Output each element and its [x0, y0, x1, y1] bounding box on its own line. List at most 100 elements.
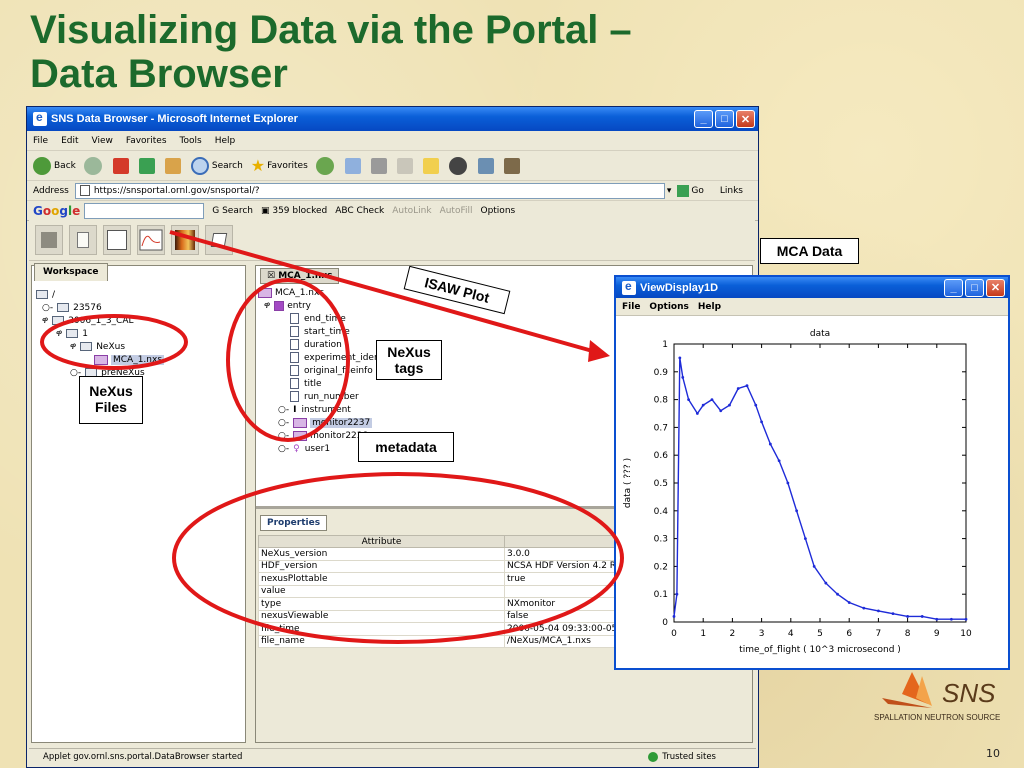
x-tick-label: 8 [905, 629, 911, 639]
research-button[interactable] [477, 157, 496, 174]
print-icon [370, 157, 387, 174]
menu-help[interactable]: Help [698, 302, 721, 312]
google-search-input[interactable] [84, 202, 205, 219]
tab-properties[interactable]: Properties [260, 515, 328, 531]
data-point [935, 617, 939, 621]
popup-blocker-button[interactable]: ▣ 359 blocked [261, 206, 327, 216]
links-button[interactable]: Links [720, 186, 743, 196]
menu-favorites[interactable]: Favorites [126, 136, 167, 146]
applet-toolbar [29, 219, 755, 261]
forward-button[interactable] [83, 156, 105, 175]
messenger-button[interactable] [448, 156, 470, 175]
tree-item-23576[interactable]: ○- 23576 [36, 301, 164, 314]
menu-help[interactable]: Help [215, 136, 236, 146]
maximize-button[interactable]: □ [715, 110, 734, 128]
image-view-button[interactable] [171, 224, 199, 255]
data-point [812, 565, 816, 568]
address-dropdown-icon[interactable]: ▾ [667, 186, 672, 196]
refresh-button[interactable] [138, 157, 157, 174]
address-label: Address [33, 185, 69, 196]
close-button[interactable]: ✕ [986, 278, 1005, 297]
google-search-button[interactable]: G Search [212, 206, 253, 216]
home-button[interactable] [164, 157, 183, 174]
nexus-item-instrument[interactable]: ○- Iinstrument [258, 403, 401, 416]
search-button[interactable]: Search [190, 156, 243, 175]
y-tick-label: 0.9 [654, 368, 669, 378]
nexus-item-monitor-1[interactable]: ○- monitor2237 [258, 416, 401, 429]
folder-icon [80, 342, 93, 351]
print-button[interactable] [370, 157, 389, 174]
nexus-item-entry[interactable]: ዋ entry [258, 299, 401, 312]
export-icon [77, 231, 89, 248]
go-button[interactable]: Go [677, 184, 704, 197]
menu-edit[interactable]: Edit [61, 136, 78, 146]
callout-metadata: metadata [358, 432, 454, 462]
field-icon [290, 352, 299, 363]
maximize-button[interactable]: □ [965, 278, 984, 297]
autofill-button[interactable]: AutoFill [440, 206, 473, 216]
save-button[interactable] [35, 224, 63, 255]
tab-mca-nxs[interactable]: ☒ MCA_1.nxs [260, 268, 340, 284]
edit-button[interactable] [396, 157, 415, 174]
workspace-pane: Workspace / ○- 23576 ዋ 2006_1_3_CAL ዋ1 ዋ Ne… [31, 263, 246, 743]
ie-titlebar[interactable]: SNS Data Browser - Microsoft Internet Ex… [27, 107, 758, 131]
plot-view-button[interactable] [137, 224, 165, 255]
back-button[interactable]: Back [33, 156, 76, 175]
tree-item-1[interactable]: ዋ1 [36, 327, 164, 340]
x-axis-label: time_of_flight ( 10^3 microsecond ) [739, 645, 901, 655]
menu-view[interactable]: View [92, 136, 113, 146]
menu-options[interactable]: Options [649, 302, 688, 312]
minimize-button[interactable]: _ [944, 278, 963, 297]
page-number: 10 [986, 747, 1000, 760]
spell-check-button[interactable]: ABC Check [335, 206, 384, 216]
export-button[interactable] [69, 224, 97, 255]
table-view-button[interactable] [103, 224, 131, 255]
data-point [836, 592, 839, 596]
data-point [877, 609, 880, 613]
tree-label: MCA_1.nxs [111, 354, 165, 365]
data-point [795, 509, 799, 513]
address-input[interactable]: https://snsportal.ornl.gov/snsportal/? [74, 182, 665, 199]
data-point [719, 409, 723, 413]
search-icon [190, 156, 209, 175]
mail-button[interactable] [344, 157, 363, 174]
minimize-button[interactable]: _ [694, 110, 713, 128]
tree-item-nexus[interactable]: ዋ NeXus [36, 340, 164, 353]
go-arrow-icon [677, 184, 690, 197]
plot-title: data [810, 329, 830, 339]
go-label: Go [691, 185, 704, 196]
tree-label: duration [304, 339, 342, 350]
tree-item-root[interactable]: / [36, 288, 164, 301]
nexus-item-start-time[interactable]: start_time [258, 325, 401, 338]
nexus-item-run-number[interactable]: run_number [258, 390, 401, 403]
plot-area[interactable]: data 0 1 2 3 4 5 6 7 8 9 10 0 0.1 0.2 0.3 0.4 0.5 0.6 0.7 0.… [616, 316, 1008, 668]
tools-button[interactable] [503, 157, 522, 174]
viewdisplay-titlebar[interactable]: ViewDisplay1D _ □ ✕ [616, 277, 1008, 298]
menu-tools[interactable]: Tools [180, 136, 202, 146]
3d-view-button[interactable] [205, 224, 233, 255]
column-header-attribute[interactable]: Attribute [258, 535, 505, 548]
nexus-item-end-time[interactable]: end_time [258, 312, 401, 325]
favorites-button[interactable]: ★ Favorites [251, 156, 308, 175]
logo-subtitle: SPALLATION NEUTRON SOURCE [874, 713, 1000, 722]
options-button[interactable]: Options [480, 206, 515, 216]
tree-item-mca-nxs[interactable]: MCA_1.nxs [36, 353, 165, 366]
notes-button[interactable] [422, 157, 441, 174]
media-button[interactable] [315, 156, 337, 175]
stop-button[interactable] [112, 157, 131, 174]
data-point [760, 420, 763, 424]
folder-icon [52, 316, 65, 325]
menu-file[interactable]: File [622, 302, 640, 312]
tree-item-run-folder[interactable]: ዋ 2006_1_3_CAL [36, 314, 164, 327]
menu-file[interactable]: File [33, 136, 48, 146]
y-tick-label: 0 [662, 618, 668, 628]
data-point [891, 612, 895, 616]
nexus-item-file[interactable]: MCA_1.nxs [258, 286, 401, 299]
tree-label: run_number [304, 391, 359, 402]
y-tick-label: 1 [662, 340, 668, 350]
google-logo[interactable]: Google [33, 204, 80, 218]
close-button[interactable]: ✕ [736, 110, 755, 128]
group-icon [274, 300, 285, 311]
tab-workspace[interactable]: Workspace [34, 263, 108, 281]
autolink-button[interactable]: AutoLink [392, 206, 431, 216]
